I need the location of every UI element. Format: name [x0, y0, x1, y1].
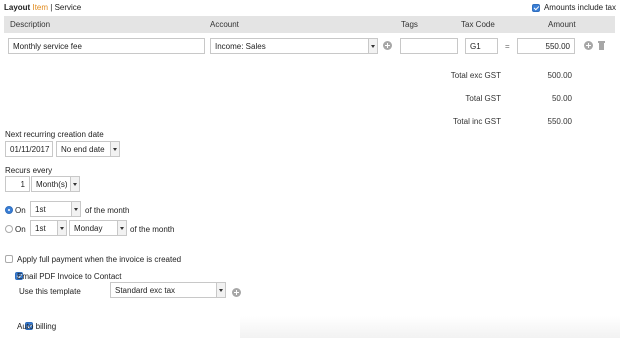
add-account-icon[interactable] — [383, 41, 392, 50]
header-tags: Tags — [401, 20, 418, 29]
chevron-down-icon — [71, 202, 80, 216]
total-inc-gst-label: Total inc GST — [452, 117, 501, 126]
end-date-select[interactable]: No end date — [56, 141, 120, 157]
chevron-down-icon — [368, 39, 377, 53]
next-creation-date-input[interactable]: 01/11/2017 — [5, 141, 53, 157]
apply-full-payment-checkbox[interactable] — [5, 255, 13, 263]
add-line-icon[interactable] — [584, 41, 593, 50]
total-inc-gst-value: 550.00 — [547, 117, 572, 126]
trash-icon[interactable] — [598, 41, 605, 50]
template-label: Use this template — [19, 287, 81, 296]
chevron-down-icon — [70, 177, 79, 191]
tags-input[interactable] — [400, 38, 458, 54]
email-pdf-label: Email PDF Invoice to Contact — [17, 272, 122, 281]
template-select[interactable]: Standard exc tax — [110, 282, 226, 298]
layout-label: Layout — [4, 3, 31, 12]
account-select-value: Income: Sales — [215, 42, 266, 51]
header-description: Description — [10, 20, 51, 29]
description-input[interactable]: Monthly service fee — [8, 38, 205, 54]
account-select[interactable]: Income: Sales — [210, 38, 378, 54]
on-weekday-suffix: of the month — [130, 225, 175, 234]
line-items-header: Description Account Tags Tax Code Amount — [4, 16, 615, 33]
layout-service-link[interactable]: Service — [55, 3, 82, 12]
header-account: Account — [210, 20, 239, 29]
recurs-every-label: Recurs every — [5, 166, 53, 175]
chevron-down-icon — [117, 221, 126, 235]
amounts-include-tax-label: Amounts include tax — [543, 3, 616, 12]
on-weekday-ordinal-select[interactable]: 1st — [30, 220, 67, 236]
total-exc-gst-label: Total exc GST — [450, 71, 501, 80]
amounts-include-tax[interactable]: Amounts include tax — [531, 3, 616, 12]
on-day-label: On — [15, 206, 26, 215]
equals-sign: = — [505, 42, 510, 51]
end-date-select-value: No end date — [61, 145, 105, 154]
layout-item-link[interactable]: Item — [32, 3, 48, 12]
apply-full-payment-label: Apply full payment when the invoice is c… — [17, 255, 182, 264]
on-weekday-ordinal-value: 1st — [35, 224, 46, 233]
recurs-every-count-input[interactable]: 1 — [5, 176, 30, 192]
next-creation-label: Next recurring creation date — [5, 130, 104, 139]
on-weekday-radio[interactable] — [5, 225, 13, 233]
recurs-every-unit-select[interactable]: Month(s) — [31, 176, 80, 192]
on-weekday-day-select[interactable]: Monday — [69, 220, 127, 236]
header-amount: Amount — [548, 20, 576, 29]
on-day-select-value: 1st — [35, 205, 46, 214]
chevron-down-icon — [216, 283, 225, 297]
auto-billing-label: Auto billing — [17, 322, 57, 331]
on-weekday-day-value: Monday — [74, 224, 103, 233]
layout-switcher: Layout Item | Service — [4, 3, 81, 12]
add-template-icon[interactable] — [232, 288, 241, 297]
bottom-shadow — [240, 316, 620, 338]
header-tax-code: Tax Code — [461, 20, 495, 29]
recurs-every-unit-value: Month(s) — [36, 180, 68, 189]
on-weekday-label: On — [15, 225, 26, 234]
chevron-down-icon — [110, 142, 119, 156]
template-select-value: Standard exc tax — [115, 286, 176, 295]
total-gst-label: Total GST — [465, 94, 501, 103]
amount-input[interactable]: 550.00 — [517, 38, 575, 54]
tax-code-input[interactable]: G1 — [465, 38, 498, 54]
layout-separator: | — [50, 3, 53, 12]
total-gst-value: 50.00 — [551, 94, 572, 103]
amounts-include-tax-checkbox[interactable] — [531, 3, 540, 12]
on-day-radio[interactable] — [5, 206, 13, 214]
on-day-select[interactable]: 1st — [30, 201, 81, 217]
total-exc-gst-value: 500.00 — [547, 71, 572, 80]
chevron-down-icon — [57, 221, 66, 235]
on-day-suffix: of the month — [85, 206, 130, 215]
